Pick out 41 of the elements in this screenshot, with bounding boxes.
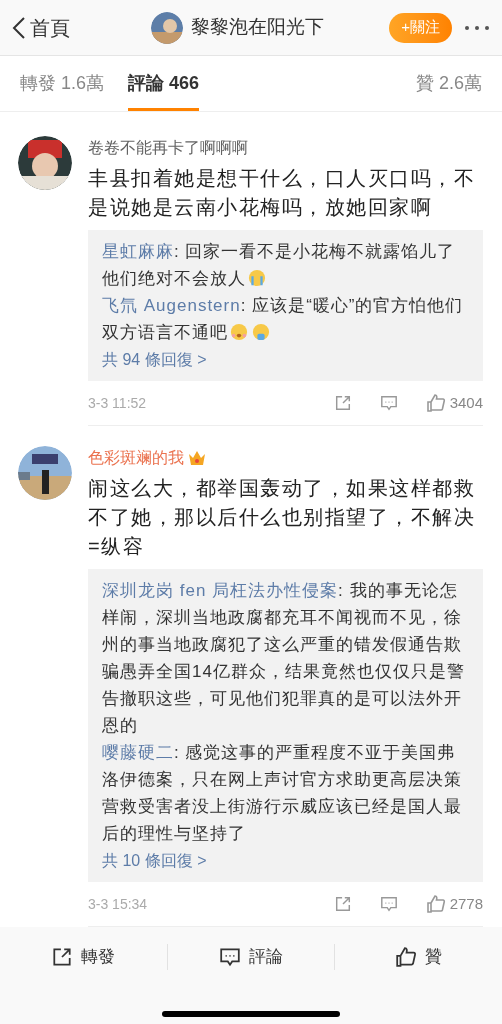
- reply-text: 深圳龙岗 fen 局枉法办性侵案: 我的事无论怎样闹，深圳当地政腐都充耳不闻视而不见，徐州的事当地政腐犯了这么严重的错发假通告欺骗愚弄全国14亿群众，结果竟然也仅仅只是警告撤职这些，可见他们犯罪真的是可以法外开恩的: [102, 580, 466, 737]
- more-icon[interactable]: [464, 24, 490, 31]
- like-button[interactable]: 贊: [395, 944, 443, 970]
- back-label: 首頁: [30, 15, 70, 41]
- more-replies-link[interactable]: 共 10 條回復 >: [102, 847, 207, 874]
- reply-author[interactable]: 飞氘 Augenstern: [102, 296, 241, 315]
- scared-emoji-icon: [230, 323, 248, 341]
- share-icon[interactable]: [333, 895, 352, 913]
- sobbing-emoji-icon: [252, 323, 270, 341]
- like-count: 3404: [449, 392, 483, 413]
- thumbs-up-icon[interactable]: [425, 393, 446, 413]
- crying-emoji-icon: [248, 269, 266, 287]
- reply-author[interactable]: 深圳龙岗 fen 局枉法办性侵案: [102, 581, 339, 600]
- comment-text: 闹这么大，都举国轰动了，如果这样都救不了她，那以后什么也别指望了，不解决=纵容: [88, 476, 476, 559]
- reply-author[interactable]: 星虹麻麻: [102, 242, 174, 261]
- like-count: 2778: [449, 893, 483, 914]
- follow-button[interactable]: +關注: [389, 12, 452, 43]
- comment-time: 3-3 11:52: [88, 393, 147, 413]
- thumbs-up-icon[interactable]: [395, 946, 418, 968]
- comment-button[interactable]: 評論: [219, 944, 283, 970]
- reply-text: 飞氘 Augenstern: 应该是“暖心”的官方怕他们双方语言不通吧: [102, 295, 465, 344]
- repost-button[interactable]: 轉發: [51, 944, 116, 970]
- commenter-name[interactable]: 色彩斑斓的我: [88, 446, 184, 470]
- username: 黎黎泡在阳光下: [191, 15, 325, 40]
- more-replies-link[interactable]: 共 94 條回復 >: [102, 346, 207, 373]
- reply-author[interactable]: 嘤藤硬二: [102, 743, 174, 762]
- tab[interactable]: 評論 466: [128, 56, 200, 111]
- comment-text: 丰县扣着她是想干什么，口人灭口吗，不是说她是云南小花梅吗，放她回家啊: [88, 166, 476, 220]
- comment-time: 3-3 15:34: [88, 894, 148, 914]
- tab[interactable]: 贊 2.6萬: [415, 56, 482, 111]
- reply-text: 星虹麻麻: 回家一看不是小花梅不就露馅儿了他们绝对不会放人: [102, 241, 457, 290]
- back-button[interactable]: 首頁: [12, 12, 70, 43]
- share-icon[interactable]: [333, 394, 352, 412]
- crown-icon: [188, 450, 206, 466]
- thumbs-up-icon[interactable]: [425, 894, 446, 914]
- tab[interactable]: 轉發 1.6萬: [20, 56, 105, 111]
- comment-icon[interactable]: [219, 946, 241, 968]
- reply-text: 嘤藤硬二: 感觉这事的严重程度不亚于美国弗洛伊德案，只在网上声讨官方求助更高层决策营救受害者没上街游行示威应该已经是国人最后的理性与坚持了: [102, 742, 463, 845]
- commenter-name[interactable]: 卷卷不能再卡了啊啊啊: [88, 136, 248, 160]
- repost-icon[interactable]: [51, 946, 74, 968]
- back-icon: [12, 15, 26, 40]
